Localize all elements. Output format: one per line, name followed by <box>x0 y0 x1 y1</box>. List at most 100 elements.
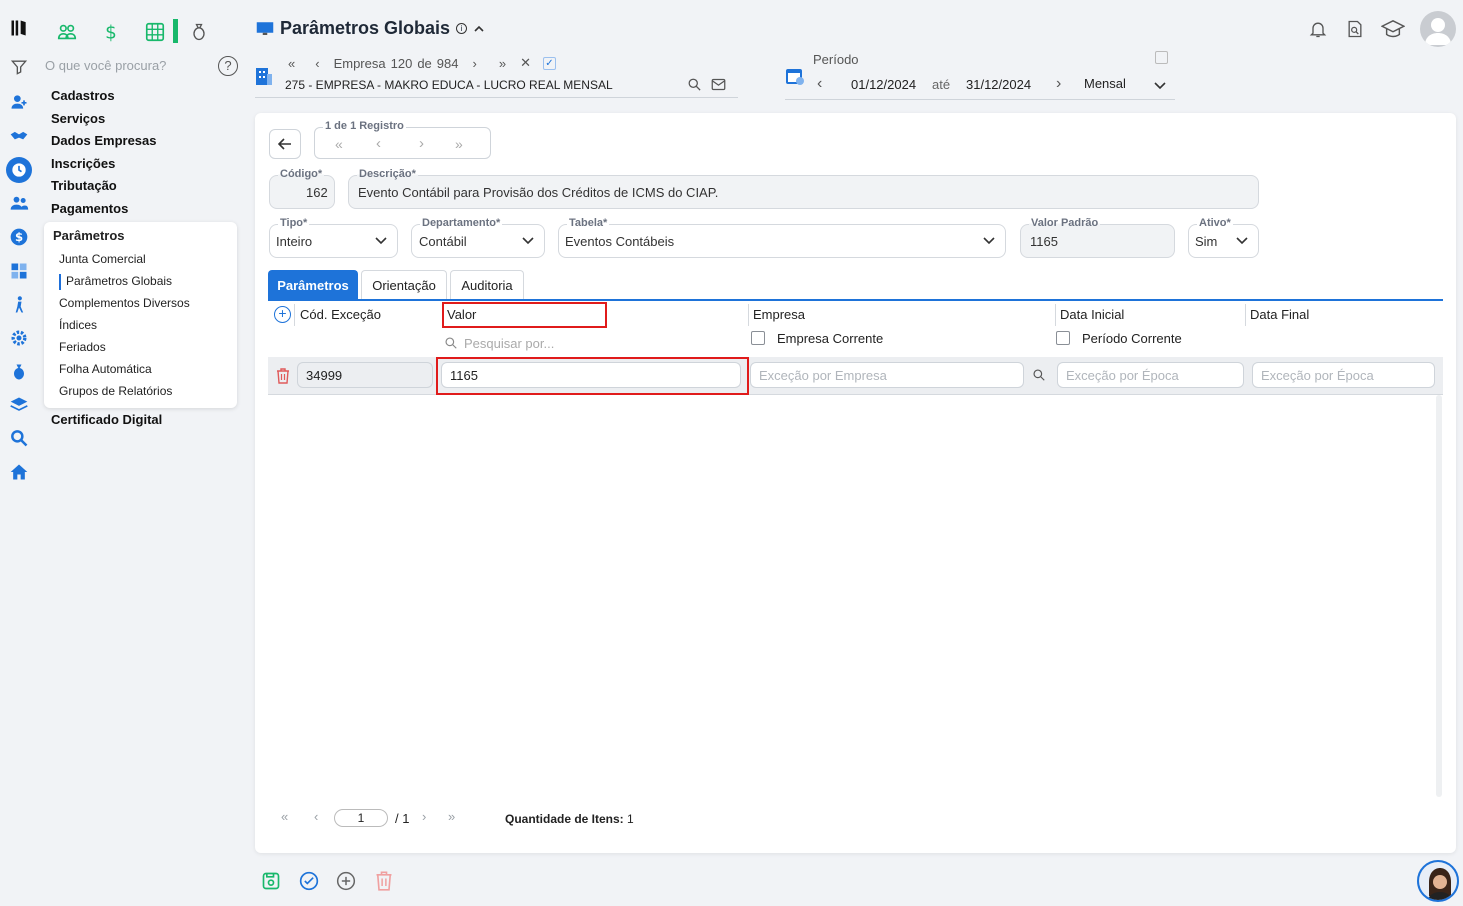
descricao-field[interactable]: Descrição* Evento Contábil para Provisão… <box>348 168 1259 209</box>
ativo-select[interactable]: Ativo* Sim <box>1188 217 1259 258</box>
empresa-cell[interactable]: Exceção por Empresa <box>750 362 1024 388</box>
add-row-icon[interactable]: + <box>274 306 291 323</box>
company-search-icon[interactable] <box>687 77 702 95</box>
menu-item-servicos[interactable]: Serviços <box>51 111 105 126</box>
prev-period-button[interactable]: ‹ <box>817 75 822 93</box>
chevron-down-icon[interactable] <box>1154 78 1166 93</box>
submenu-item-feriados[interactable]: Feriados <box>59 340 106 354</box>
help-icon[interactable]: ? <box>218 56 238 76</box>
menu-item-certificado-digital[interactable]: Certificado Digital <box>51 412 162 427</box>
avatar[interactable] <box>1420 11 1456 47</box>
valor-padrao-field[interactable]: Valor Padrão 1165 <box>1020 217 1175 258</box>
column-empresa[interactable]: Empresa <box>753 307 805 322</box>
gear-icon[interactable] <box>7 326 31 350</box>
company-check-icon[interactable]: ✓ <box>542 56 556 70</box>
valor-filter-input[interactable]: Pesquisar por... <box>464 336 554 351</box>
data-final-cell[interactable]: Exceção por Época <box>1252 362 1435 388</box>
departamento-select[interactable]: Departamento* Contábil <box>411 217 545 258</box>
menu-item-tributacao[interactable]: Tributação <box>51 178 117 193</box>
handshake-icon[interactable] <box>7 124 31 148</box>
users-icon[interactable] <box>7 191 31 215</box>
next-record-button[interactable]: › <box>419 135 424 152</box>
submenu-item-complementos[interactable]: Complementos Diversos <box>59 296 190 310</box>
tab-parametros[interactable]: Parâmetros <box>268 270 358 300</box>
money-bag-module-icon[interactable] <box>186 19 212 45</box>
layers-icon[interactable] <box>7 393 31 417</box>
page-input[interactable]: 1 <box>334 809 388 827</box>
data-inicial-cell[interactable]: Exceção por Época <box>1057 362 1244 388</box>
column-cod-excecao[interactable]: Cód. Exceção <box>300 307 381 322</box>
tab-auditoria[interactable]: Auditoria <box>450 270 524 300</box>
prev-page-button[interactable]: ‹ <box>314 809 318 824</box>
prev-record-button[interactable]: ‹ <box>376 135 381 152</box>
clear-company-icon[interactable]: ✕ <box>520 55 531 71</box>
dollar-circle-icon[interactable]: $ <box>7 225 31 249</box>
graduation-cap-icon[interactable] <box>1380 19 1406 42</box>
search-icon[interactable] <box>7 426 31 450</box>
first-page-button[interactable]: « <box>281 809 288 824</box>
cod-excecao-cell[interactable]: 34999 <box>297 362 433 388</box>
arrow-left-icon <box>278 138 291 150</box>
menu-item-pagamentos[interactable]: Pagamentos <box>51 201 128 216</box>
submenu-title[interactable]: Parâmetros <box>53 228 125 243</box>
tipo-select[interactable]: Tipo* Inteiro <box>269 217 398 258</box>
back-button[interactable] <box>269 129 301 159</box>
company-name[interactable]: 275 - EMPRESA - MAKRO EDUCA - LUCRO REAL… <box>285 78 613 92</box>
person-walk-icon[interactable] <box>7 293 31 317</box>
column-data-inicial[interactable]: Data Inicial <box>1060 307 1124 322</box>
tabela-select[interactable]: Tabela* Eventos Contábeis <box>558 217 1006 258</box>
submenu-item-grupos-relatorios[interactable]: Grupos de Relatórios <box>59 384 172 398</box>
bell-icon[interactable] <box>1308 19 1328 42</box>
spreadsheet-module-icon[interactable] <box>142 19 168 45</box>
dollar-module-icon[interactable]: $ <box>98 19 124 45</box>
next-page-button[interactable]: › <box>422 809 426 824</box>
active-indicator <box>59 274 61 290</box>
last-company-button[interactable]: » <box>499 56 506 71</box>
user-add-icon[interactable] <box>7 90 31 114</box>
clock-icon[interactable] <box>6 157 32 183</box>
delete-icon[interactable] <box>372 869 396 893</box>
empresa-search-icon[interactable] <box>1032 368 1046 385</box>
mail-icon[interactable] <box>711 78 726 94</box>
vertical-scrollbar[interactable] <box>1436 395 1442 797</box>
column-data-final[interactable]: Data Final <box>1250 307 1309 322</box>
submenu-item-parametros-globais[interactable]: Parâmetros Globais <box>66 274 172 288</box>
search-input[interactable]: O que você procura? <box>45 58 166 73</box>
menu-item-cadastros[interactable]: Cadastros <box>51 88 115 103</box>
tab-orientacao[interactable]: Orientação <box>361 270 447 300</box>
chevron-up-icon[interactable] <box>473 23 485 35</box>
people-module-icon[interactable] <box>54 19 80 45</box>
document-search-icon[interactable] <box>1345 19 1365 42</box>
assistant-avatar[interactable] <box>1417 860 1459 902</box>
menu-item-inscricoes[interactable]: Inscrições <box>51 156 115 171</box>
period-start[interactable]: 01/12/2024 <box>851 77 916 92</box>
submenu-item-junta-comercial[interactable]: Junta Comercial <box>59 252 146 266</box>
period-checkbox[interactable] <box>1155 51 1168 64</box>
logo-icon[interactable] <box>7 16 31 40</box>
confirm-icon[interactable] <box>297 869 321 893</box>
info-icon[interactable]: i <box>456 23 468 34</box>
prev-company-button[interactable]: ‹ <box>315 56 319 71</box>
empresa-corrente-checkbox[interactable] <box>751 331 765 345</box>
global-search[interactable]: O que você procura? <box>45 58 240 73</box>
last-record-button[interactable]: » <box>455 136 463 152</box>
next-period-button[interactable]: › <box>1056 75 1061 93</box>
period-frequency[interactable]: Mensal <box>1084 76 1126 91</box>
money-bag-icon[interactable] <box>7 360 31 384</box>
calculator-icon[interactable] <box>7 259 31 283</box>
trash-icon[interactable] <box>276 368 290 387</box>
next-company-button[interactable]: › <box>472 56 476 71</box>
last-page-button[interactable]: » <box>448 809 455 824</box>
codigo-field[interactable]: Código* 162 <box>269 168 335 209</box>
first-company-button[interactable]: « <box>288 56 295 71</box>
period-end[interactable]: 31/12/2024 <box>966 77 1031 92</box>
first-record-button[interactable]: « <box>335 136 343 152</box>
periodo-corrente-checkbox[interactable] <box>1056 331 1070 345</box>
menu-item-dados-empresas[interactable]: Dados Empresas <box>51 133 157 148</box>
submenu-item-indices[interactable]: Índices <box>59 318 97 332</box>
submenu-item-folha-automatica[interactable]: Folha Automática <box>59 362 152 376</box>
home-icon[interactable] <box>7 460 31 484</box>
add-icon[interactable] <box>334 869 358 893</box>
save-icon[interactable] <box>259 869 283 893</box>
filter-icon[interactable] <box>7 55 31 79</box>
